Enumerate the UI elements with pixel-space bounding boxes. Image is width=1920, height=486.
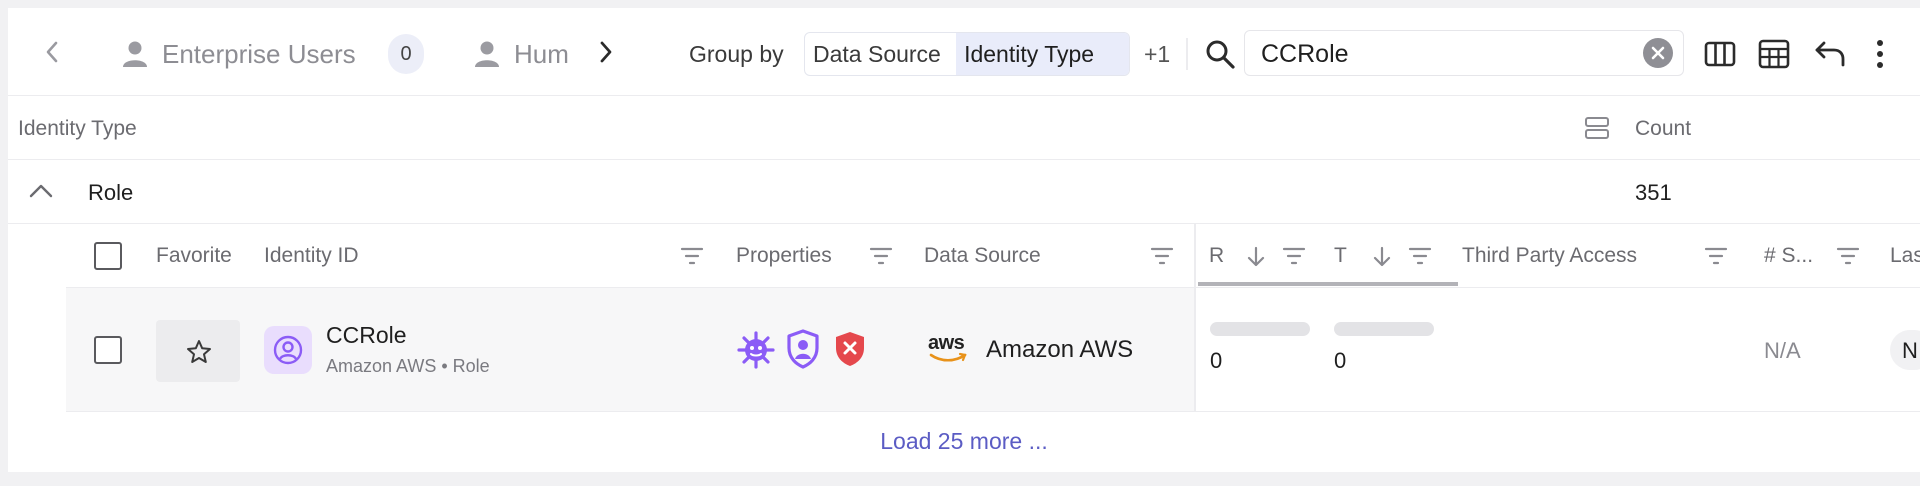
group-by-data-source[interactable]: Data Source — [805, 33, 956, 75]
columns-icon[interactable] — [1704, 40, 1736, 73]
column-t[interactable]: T — [1334, 244, 1347, 268]
filter-icon[interactable] — [1282, 246, 1306, 271]
collapse-icon[interactable] — [28, 182, 54, 205]
shield-user-icon[interactable] — [786, 329, 820, 374]
filter-icon[interactable] — [680, 246, 704, 271]
identity-subtitle: Amazon AWS • Role — [326, 356, 490, 376]
t-value: 0 — [1334, 348, 1347, 373]
table-icon[interactable] — [1758, 38, 1790, 75]
column-last[interactable]: Las — [1890, 244, 1920, 268]
filter-icon[interactable] — [869, 246, 893, 271]
num-s-value: N/A — [1764, 338, 1801, 363]
column-resize-indicator[interactable] — [1198, 282, 1458, 286]
toolbar: Enterprise Users 0 Hum Group by Data Sou… — [8, 8, 1920, 96]
column-third-party-access[interactable]: Third Party Access — [1462, 244, 1637, 268]
group-by-identity-type[interactable]: Identity Type — [956, 33, 1129, 75]
group-header-label: Identity Type — [18, 117, 137, 140]
pinned-columns-divider — [1194, 288, 1196, 411]
column-properties[interactable]: Properties — [736, 244, 832, 268]
filter-icon[interactable] — [1836, 246, 1860, 271]
tab-human[interactable]: Hum — [464, 32, 574, 76]
tabs-next-icon[interactable] — [598, 40, 614, 69]
pinned-columns-divider — [1194, 224, 1196, 288]
user-icon — [120, 40, 150, 73]
filter-icon[interactable] — [1408, 246, 1432, 271]
group-header: Identity Type Count — [8, 96, 1920, 160]
last-value: N — [1902, 338, 1918, 363]
row-checkbox[interactable] — [94, 336, 122, 364]
count-header: Count — [1635, 117, 1692, 140]
column-data-source[interactable]: Data Source — [924, 244, 1041, 268]
tab-count-badge: 0 — [388, 34, 424, 74]
tab-enterprise-users[interactable]: Enterprise Users 0 — [112, 32, 432, 76]
group-by-label: Group by — [689, 41, 784, 67]
r-progress-skeleton — [1210, 322, 1310, 336]
column-num-s[interactable]: # S... — [1764, 244, 1813, 268]
select-all-checkbox[interactable] — [94, 242, 122, 270]
load-more-link[interactable]: Load 25 more ... — [8, 428, 1920, 455]
table-header: Favorite Identity ID Properties Data Sou… — [66, 224, 1920, 288]
undo-icon[interactable] — [1814, 40, 1846, 73]
tabs-prev-icon[interactable] — [44, 40, 60, 69]
user-circle-icon — [273, 335, 303, 370]
sort-desc-icon[interactable] — [1372, 246, 1392, 273]
data-source-name: Amazon AWS — [986, 336, 1134, 363]
shield-alert-icon[interactable] — [834, 330, 866, 373]
search-input[interactable]: CCRole — [1244, 30, 1684, 76]
search-value: CCRole — [1261, 40, 1349, 68]
row-divider-right-section — [1194, 288, 1920, 411]
sort-desc-icon[interactable] — [1246, 246, 1266, 273]
group-count: 351 — [1635, 180, 1672, 205]
table-row[interactable]: CCRole Amazon AWS • Role aws Amazon AWS … — [66, 288, 1920, 412]
star-icon — [186, 339, 212, 370]
favorite-button[interactable] — [156, 320, 240, 382]
aws-logo-icon: aws — [928, 332, 968, 366]
user-icon — [472, 40, 502, 73]
column-r[interactable]: R — [1209, 244, 1224, 268]
filter-icon[interactable] — [1150, 246, 1174, 271]
toolbar-divider — [1186, 38, 1188, 70]
identities-panel: Enterprise Users 0 Hum Group by Data Sou… — [8, 8, 1920, 472]
identity-name-link[interactable]: CCRole — [326, 322, 407, 349]
bug-icon[interactable] — [736, 330, 776, 375]
column-identity-id[interactable]: Identity ID — [264, 244, 359, 268]
column-favorite[interactable]: Favorite — [156, 244, 232, 268]
clear-search-icon[interactable] — [1643, 38, 1673, 73]
tab-label: Enterprise Users — [162, 39, 356, 69]
search-icon[interactable] — [1204, 38, 1236, 75]
more-vertical-icon[interactable] — [1874, 38, 1886, 75]
filter-icon[interactable] — [1704, 246, 1728, 271]
group-by-more-count[interactable]: +1 — [1144, 41, 1170, 68]
group-by-segmented: Data Source Identity Type — [804, 32, 1130, 76]
r-value: 0 — [1210, 348, 1223, 373]
group-rows-icon[interactable] — [1584, 116, 1610, 145]
group-row-role[interactable]: Role 351 — [8, 160, 1920, 224]
t-progress-skeleton — [1334, 322, 1434, 336]
identity-avatar — [264, 326, 312, 374]
tab-label: Hum — [514, 39, 569, 69]
group-name: Role — [88, 180, 134, 205]
